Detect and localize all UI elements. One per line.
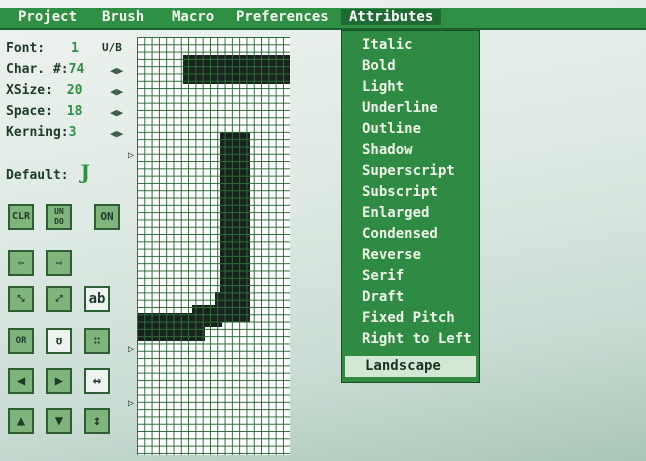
menu-item-light[interactable]: Light (342, 77, 479, 98)
font-properties-panel: Font: 1 U/B Char. #:74 ◀▶ XSize: 20 ◀▶ S… (6, 36, 134, 456)
triangle-up-icon: ▲ (16, 413, 26, 429)
menu-bar: Project Brush Macro Preferences Attribut… (0, 8, 646, 30)
kerning-value[interactable]: 3 (69, 125, 77, 140)
or-button[interactable]: OR (8, 328, 34, 354)
on-button[interactable]: ON (94, 204, 120, 230)
char-label: Char. #: (6, 62, 69, 77)
menu-brush[interactable]: Brush (102, 9, 144, 25)
arrow-left-icon: ⇦ (17, 256, 25, 269)
triangle-left-icon: ◀ (16, 373, 26, 389)
flip-vertical-button[interactable]: ↕ (84, 408, 110, 434)
menu-item-reverse[interactable]: Reverse (342, 245, 479, 266)
triangle-right-icon: ▶ (54, 373, 64, 389)
default-field: Default: J (6, 160, 90, 184)
menu-attributes[interactable]: Attributes (341, 9, 442, 25)
shrink-icon: ⤡ (17, 294, 25, 304)
expand-icon: ⤢ (55, 294, 63, 304)
arrow-right-icon: ⇨ (55, 256, 63, 269)
pixel-grid-canvas[interactable] (137, 37, 290, 455)
menu-item-bold[interactable]: Bold (342, 56, 479, 77)
undo-button[interactable]: UN DO (46, 204, 72, 230)
move-up-button[interactable]: ▲ (8, 408, 34, 434)
menu-item-draft[interactable]: Draft (342, 287, 479, 308)
move-right-button[interactable]: ▶ (46, 368, 72, 394)
menu-item-outline[interactable]: Outline (342, 119, 479, 140)
font-mode-toggle[interactable]: U/B (102, 41, 122, 54)
dots-icon: ∷ (93, 334, 101, 347)
flip-horizontal-button[interactable]: ↔ (84, 368, 110, 394)
xsize-label: XSize: (6, 83, 53, 98)
menu-item-underline[interactable]: Underline (342, 98, 479, 119)
char-value[interactable]: 74 (69, 62, 85, 77)
menu-item-enlarged[interactable]: Enlarged (342, 203, 479, 224)
menu-item-fixed-pitch[interactable]: Fixed Pitch (342, 308, 479, 329)
attributes-dropdown: Italic Bold Light Underline Outline Shad… (341, 30, 480, 383)
xsize-stepper-icon[interactable]: ◀▶ (110, 85, 123, 98)
menu-item-landscape[interactable]: Landscape (345, 356, 476, 377)
kerning-label: Kerning: (6, 125, 69, 140)
shrink-button[interactable]: ⤡ (8, 286, 34, 312)
marker-top-icon: ▷ (128, 150, 135, 161)
menu-item-shadow[interactable]: Shadow (342, 140, 479, 161)
dots-button[interactable]: ∷ (84, 328, 110, 354)
menu-item-italic[interactable]: Italic (342, 35, 479, 56)
font-label: Font: (6, 41, 46, 56)
space-label: Space: (6, 104, 53, 119)
menu-macro[interactable]: Macro (172, 9, 214, 25)
menu-item-subscript[interactable]: Subscript (342, 182, 479, 203)
font-field: Font: 1 (6, 41, 79, 56)
marker-baseline-icon: ▷ (128, 344, 135, 355)
xsize-value[interactable]: 20 (67, 83, 83, 98)
expand-button[interactable]: ⤢ (46, 286, 72, 312)
shift-left-button[interactable]: ⇦ (8, 250, 34, 276)
char-stepper-icon[interactable]: ◀▶ (110, 64, 123, 77)
curve-button[interactable]: ʊ (46, 328, 72, 354)
menu-item-right-to-left[interactable]: Right to Left (342, 329, 479, 350)
default-label: Default: (6, 168, 69, 183)
move-left-button[interactable]: ◀ (8, 368, 34, 394)
menu-item-condensed[interactable]: Condensed (342, 224, 479, 245)
default-glyph: J (80, 160, 90, 184)
kerning-field: Kerning:3 (6, 125, 76, 140)
triangle-down-icon: ▼ (54, 413, 64, 429)
text-button[interactable]: ab (84, 286, 110, 312)
char-field: Char. #:74 (6, 62, 84, 77)
menu-item-superscript[interactable]: Superscript (342, 161, 479, 182)
horizontal-arrows-icon: ↔ (92, 373, 102, 389)
menu-preferences[interactable]: Preferences (236, 9, 329, 25)
clear-button[interactable]: CLR (8, 204, 34, 230)
kerning-stepper-icon[interactable]: ◀▶ (110, 127, 123, 140)
marker-bottom-icon: ▷ (128, 398, 135, 409)
space-value[interactable]: 18 (67, 104, 83, 119)
menu-item-serif[interactable]: Serif (342, 266, 479, 287)
grid-lines (137, 37, 290, 455)
font-value[interactable]: 1 (71, 41, 79, 56)
xsize-field: XSize: 20 (6, 83, 82, 98)
editor-screen: Project Brush Macro Preferences Attribut… (0, 0, 646, 461)
space-stepper-icon[interactable]: ◀▶ (110, 106, 123, 119)
space-field: Space: 18 (6, 104, 82, 119)
menu-project[interactable]: Project (18, 9, 77, 25)
vertical-arrows-icon: ↕ (92, 413, 102, 429)
move-down-button[interactable]: ▼ (46, 408, 72, 434)
shift-right-button[interactable]: ⇨ (46, 250, 72, 276)
